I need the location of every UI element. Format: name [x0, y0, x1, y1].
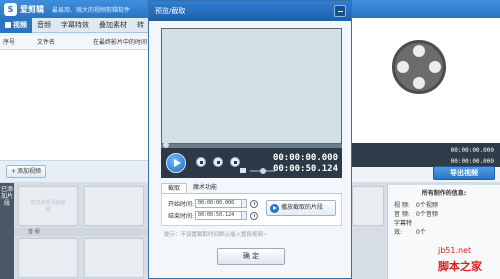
col-filename: 文件名	[36, 39, 55, 46]
watermark-url: jb51.net	[438, 246, 472, 255]
added-clips-label: 已添加片段	[0, 183, 14, 279]
main-tabbar: 视频 音频 字幕特效 叠加素材 转	[0, 18, 150, 33]
dialog-title-bar: 预览/截取	[149, 1, 351, 21]
play-button[interactable]	[166, 153, 186, 173]
video-list-header: 序号 文件名 在最终影片中的时间	[0, 36, 150, 50]
tab-transition[interactable]: 转	[132, 18, 149, 33]
minimize-icon[interactable]	[334, 5, 346, 17]
tab-overlay[interactable]: 叠加素材	[94, 18, 132, 33]
start-time-label: 开始时间:	[168, 201, 195, 208]
tab-audio[interactable]: 音频	[32, 18, 56, 33]
total-time: 00:00:50.124	[272, 164, 338, 174]
timeline-slot[interactable]	[352, 186, 384, 226]
confirm-button[interactable]: 确 定	[217, 248, 285, 265]
audio-track-label: 音 频	[14, 228, 148, 236]
timeline-slot[interactable]	[84, 186, 144, 226]
video-tab-icon	[5, 22, 11, 28]
progress-knob[interactable]	[163, 142, 169, 148]
start-time-spinner[interactable]	[242, 199, 247, 208]
timeline-slot[interactable]	[84, 238, 144, 278]
play-clip-button[interactable]: 播放截取的片段	[266, 200, 336, 216]
app-name: 爱剪辑	[20, 4, 44, 14]
add-video-button[interactable]: +添加视频	[6, 165, 47, 178]
dialog-player-controls: 00:00:00.000 00:00:50.124	[161, 142, 342, 178]
dialog-tabs: 截取 魔术功能	[161, 183, 342, 194]
tab-magic[interactable]: 魔术功能	[187, 183, 223, 193]
end-time-input[interactable]: 00:00:50.124	[195, 211, 242, 220]
dialog-video-preview	[161, 28, 342, 144]
timeline-slot[interactable]	[18, 238, 78, 278]
plus-icon: +	[11, 168, 17, 175]
info-row-video: 视 频: 0个视频	[394, 202, 438, 209]
tab-trim[interactable]: 截取	[161, 183, 188, 193]
main-time-display: 00:00:00.000 00:00:00.000	[450, 147, 494, 165]
add-video-placeholder: 双击此处添加视频	[30, 200, 66, 213]
volume-icon[interactable]	[240, 168, 246, 173]
trim-form: 开始时间: 00:00:00.000 结束时间: 00:00:50.124 播放…	[161, 194, 342, 226]
stop-button[interactable]	[196, 157, 206, 167]
tab-subtitle-effects[interactable]: 字幕特效	[56, 18, 94, 33]
end-time-spinner[interactable]	[242, 211, 247, 220]
project-info-title: 所有制作的信息:	[421, 190, 467, 197]
volume-knob[interactable]	[260, 168, 266, 174]
pick-start-time-icon[interactable]	[250, 199, 258, 208]
add-video-bar: +添加视频	[0, 160, 150, 182]
end-time-label: 结束时间:	[168, 213, 195, 220]
dialog-title: 预览/截取	[155, 7, 186, 15]
end-time-row: 结束时间: 00:00:50.124	[168, 211, 258, 220]
next-frame-button[interactable]	[230, 157, 240, 167]
trim-hint: 提示：不设置截取时间默认插入整段视频~	[164, 232, 268, 238]
film-reel-icon	[392, 40, 446, 94]
prev-frame-button[interactable]	[213, 157, 223, 167]
col-time: 在最终影片中的时间	[92, 39, 147, 46]
app-logo-icon: S	[4, 2, 17, 16]
watermark-text: 脚本之家	[438, 260, 482, 273]
export-video-button[interactable]: 导出视频	[433, 166, 495, 180]
video-list[interactable]	[0, 50, 150, 160]
info-row-audio: 音 频: 0个音频	[394, 211, 438, 218]
info-row-subtitle: 字幕特效: 0个	[394, 220, 426, 236]
pick-end-time-icon[interactable]	[250, 211, 258, 220]
start-time-row: 开始时间: 00:00:00.000	[168, 199, 258, 208]
play-icon	[270, 204, 279, 213]
tab-video[interactable]: 视频	[0, 18, 32, 33]
progress-slider[interactable]	[161, 142, 342, 148]
col-index: 序号	[3, 39, 16, 46]
current-time: 00:00:00.000	[272, 153, 338, 163]
start-time-input[interactable]: 00:00:00.000	[195, 199, 242, 208]
app-slogan: 最易用、强大的视频剪辑软件	[52, 6, 131, 14]
preview-trim-dialog: 预览/截取 00:00:00.000 00:00:50.124 截取 魔术功能 …	[148, 0, 352, 279]
